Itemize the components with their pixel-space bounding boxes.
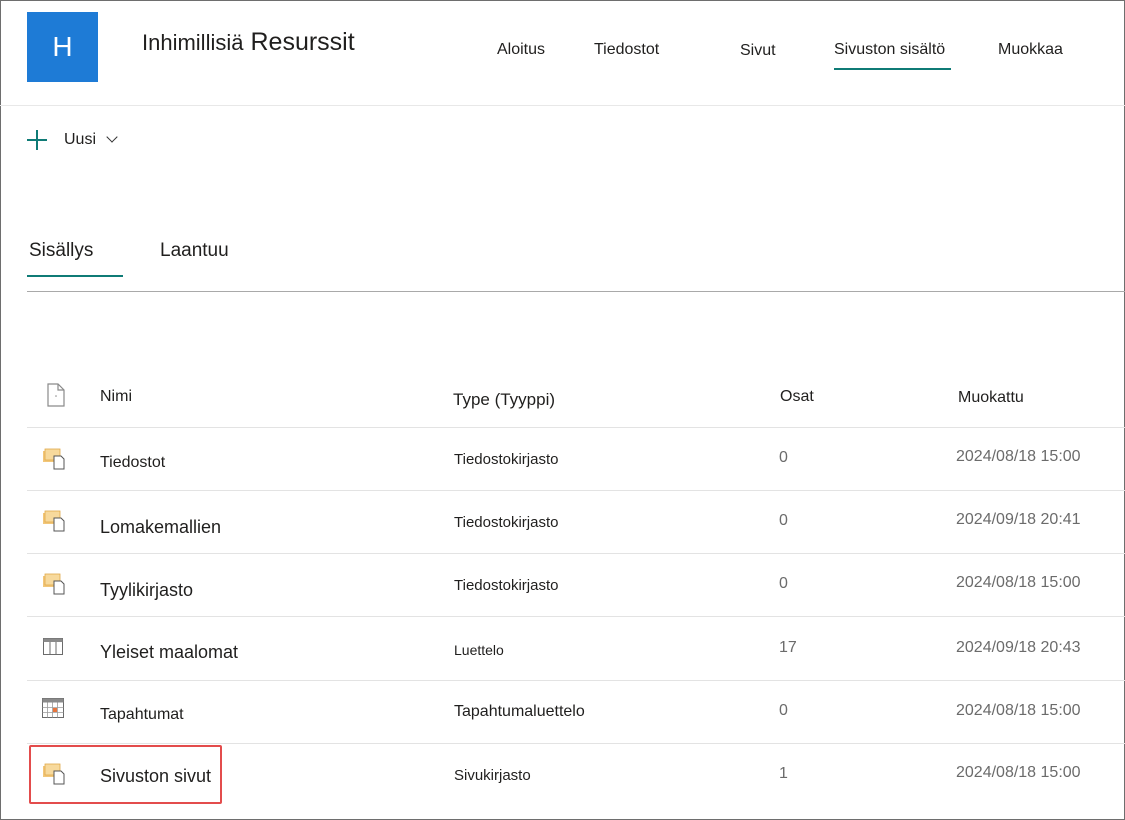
document-library-icon [42,573,66,595]
row-type: Tiedostokirjasto [454,514,559,531]
chevron-down-icon [106,131,118,143]
site-header: H Inhimillisiä Resurssit Aloitus Tiedosto… [0,0,1125,106]
document-library-icon [42,510,66,532]
row-modified: 2024/08/18 15:00 [956,448,1081,465]
row-type: Luettelo [454,642,504,658]
nav-item-site-contents[interactable]: Sivuston sisältö [834,41,952,70]
calendar-icon [42,698,64,718]
new-button-label: Uusi [64,131,97,148]
row-modified: 2024/09/18 20:43 [956,639,1081,656]
nav-item-home[interactable]: Aloitus [497,41,545,59]
nav-item-pages[interactable]: Sivut [740,42,776,60]
row-modified: 2024/08/18 15:00 [956,702,1081,719]
nav-item-documents[interactable]: Tiedostot [594,41,659,59]
site-title-part2: Resurssit [250,28,355,56]
row-name-link[interactable]: Tapahtumat [100,706,184,724]
row-modified: 2024/08/18 15:00 [956,574,1081,591]
column-header-type[interactable]: Type (Tyyppi) [453,390,555,410]
tab-subsites[interactable]: Laantuu [160,240,229,262]
row-name-link[interactable]: Tyylikirjasto [100,580,193,601]
table-row[interactable]: Tiedostot Tiedostokirjasto 0 2024/08/18 … [27,427,1125,491]
row-modified: 2024/09/18 20:41 [956,511,1081,528]
row-name-link[interactable]: Lomakemallien [100,517,221,538]
file-type-header-icon[interactable] [46,383,66,407]
nav-item-edit[interactable]: Muokkaa [998,41,1063,59]
row-item-count: 17 [779,639,797,656]
plus-icon [27,130,47,150]
list-icon [43,638,63,655]
table-row[interactable]: Tyylikirjasto Tiedostokirjasto 0 2024/08… [27,553,1125,617]
row-item-count: 0 [779,575,788,592]
new-button[interactable]: Uusi [27,127,118,153]
site-title-part1: Inhimillisiä [142,30,244,55]
document-library-icon [42,448,66,470]
column-header-items[interactable]: Osat [780,388,814,406]
row-item-count: 0 [779,702,788,719]
row-type: Tapahtumaluettelo [454,703,585,720]
row-item-count: 1 [779,765,788,782]
row-item-count: 0 [779,512,788,529]
row-type: Sivukirjasto [454,767,531,784]
row-type: Tiedostokirjasto [454,451,559,468]
row-modified: 2024/08/18 15:00 [956,764,1081,781]
site-title[interactable]: Inhimillisiä Resurssit [142,28,355,57]
site-logo-letter: H [52,31,73,62]
tabs-divider [27,291,1125,292]
row-name-link[interactable]: Tiedostot [100,454,165,472]
row-item-count: 0 [779,449,788,466]
row-name-link[interactable]: Yleiset maalomat [100,642,238,663]
tab-contents[interactable]: Sisällys [26,240,124,277]
column-header-modified[interactable]: Muokattu [958,389,1024,407]
table-row[interactable]: Yleiset maalomat Luettelo 17 2024/09/18 … [27,616,1125,680]
table-row[interactable]: Tapahtumat Tapahtumaluettelo 0 2024/08/1… [27,680,1125,744]
site-logo[interactable]: H [27,12,98,82]
highlight-box [29,745,222,804]
column-header-name[interactable]: Nimi [100,388,132,406]
row-type: Tiedostokirjasto [454,577,559,594]
table-row[interactable]: Lomakemallien Tiedostokirjasto 0 2024/09… [27,490,1125,554]
